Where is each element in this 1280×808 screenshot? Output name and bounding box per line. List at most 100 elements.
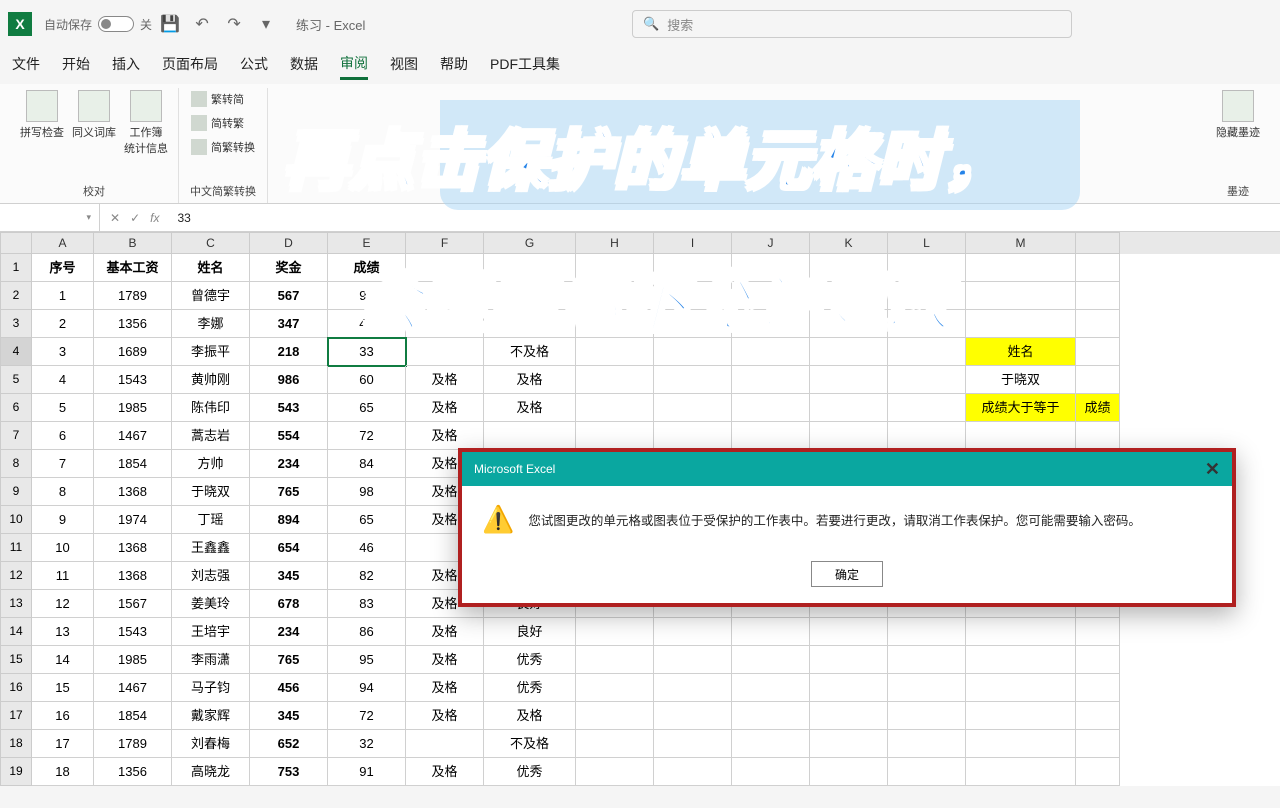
cell[interactable] xyxy=(654,758,732,786)
col-header-D[interactable]: D xyxy=(250,232,328,254)
cell[interactable]: 12 xyxy=(32,590,94,618)
row-header[interactable]: 19 xyxy=(0,758,32,786)
cell[interactable]: 345 xyxy=(250,702,328,730)
row-header[interactable]: 10 xyxy=(0,506,32,534)
col-header-F[interactable]: F xyxy=(406,232,484,254)
cell[interactable]: 13 xyxy=(32,618,94,646)
col-header-M[interactable]: M xyxy=(966,232,1076,254)
menu-视图[interactable]: 视图 xyxy=(390,54,418,78)
cell[interactable] xyxy=(810,758,888,786)
save-icon[interactable]: 💾 xyxy=(156,10,184,38)
ok-button[interactable]: 确定 xyxy=(811,561,883,587)
col-header-K[interactable]: K xyxy=(810,232,888,254)
cell[interactable] xyxy=(576,422,654,450)
cell[interactable] xyxy=(732,758,810,786)
cell[interactable]: 765 xyxy=(250,646,328,674)
cell[interactable]: 姓名 xyxy=(966,338,1076,366)
cell[interactable]: 蒿志岩 xyxy=(172,422,250,450)
cell[interactable] xyxy=(1076,618,1120,646)
cell[interactable] xyxy=(966,702,1076,730)
cell[interactable]: 15 xyxy=(32,674,94,702)
cell[interactable] xyxy=(732,702,810,730)
cell[interactable] xyxy=(732,646,810,674)
cell[interactable]: 86 xyxy=(328,618,406,646)
cell[interactable]: 方帅 xyxy=(172,450,250,478)
cell[interactable]: 986 xyxy=(250,366,328,394)
cell[interactable]: 及格 xyxy=(484,366,576,394)
cell[interactable] xyxy=(576,730,654,758)
cell[interactable]: 72 xyxy=(328,702,406,730)
cancel-icon[interactable]: ✕ xyxy=(110,211,120,225)
cell[interactable]: 李振平 xyxy=(172,338,250,366)
row-header[interactable]: 8 xyxy=(0,450,32,478)
row-header[interactable]: 9 xyxy=(0,478,32,506)
cell[interactable] xyxy=(966,282,1076,310)
cell[interactable] xyxy=(1076,338,1120,366)
cell[interactable]: 753 xyxy=(250,758,328,786)
hide-ink-button[interactable]: 隐藏墨迹 xyxy=(1214,88,1262,142)
cell[interactable]: 46 xyxy=(328,534,406,562)
ribbon-btn[interactable]: 简繁转换 xyxy=(187,136,259,158)
col-header-I[interactable]: I xyxy=(654,232,732,254)
menu-文件[interactable]: 文件 xyxy=(12,54,40,78)
cell[interactable]: 1356 xyxy=(94,310,172,338)
undo-icon[interactable]: ↶ xyxy=(188,10,216,38)
ribbon-btn[interactable]: 工作簿 统计信息 xyxy=(122,88,170,158)
cell[interactable] xyxy=(576,646,654,674)
formula-input[interactable]: 33 xyxy=(169,211,1280,225)
cell[interactable]: 678 xyxy=(250,590,328,618)
cell[interactable]: 于晓双 xyxy=(966,366,1076,394)
cell[interactable]: 32 xyxy=(328,730,406,758)
row-header[interactable]: 16 xyxy=(0,674,32,702)
cell[interactable] xyxy=(576,674,654,702)
cell[interactable]: 1854 xyxy=(94,450,172,478)
cell[interactable]: 345 xyxy=(250,562,328,590)
cell[interactable]: 优秀 xyxy=(484,646,576,674)
cell[interactable]: 652 xyxy=(250,730,328,758)
select-all-corner[interactable] xyxy=(0,232,32,254)
cell[interactable] xyxy=(1076,310,1120,338)
cell[interactable] xyxy=(1076,282,1120,310)
cell[interactable] xyxy=(888,702,966,730)
cell[interactable] xyxy=(888,394,966,422)
cell[interactable]: 基本工资 xyxy=(94,254,172,282)
cell[interactable] xyxy=(966,674,1076,702)
col-header-L[interactable]: L xyxy=(888,232,966,254)
cell[interactable]: 1854 xyxy=(94,702,172,730)
cell[interactable]: 高晓龙 xyxy=(172,758,250,786)
cell[interactable]: 奖金 xyxy=(250,254,328,282)
row-header[interactable]: 1 xyxy=(0,254,32,282)
ribbon-btn[interactable]: 繁转简 xyxy=(187,88,259,110)
cell[interactable] xyxy=(966,422,1076,450)
cell[interactable] xyxy=(1076,646,1120,674)
cell[interactable]: 不及格 xyxy=(484,730,576,758)
cell[interactable] xyxy=(1076,758,1120,786)
cell[interactable] xyxy=(654,730,732,758)
cell[interactable] xyxy=(888,366,966,394)
cell[interactable]: 218 xyxy=(250,338,328,366)
cell[interactable] xyxy=(888,646,966,674)
row-header[interactable]: 15 xyxy=(0,646,32,674)
cell[interactable]: 陈伟印 xyxy=(172,394,250,422)
menu-页面布局[interactable]: 页面布局 xyxy=(162,54,218,78)
cell[interactable] xyxy=(654,422,732,450)
cell[interactable]: 1689 xyxy=(94,338,172,366)
menu-审阅[interactable]: 审阅 xyxy=(340,53,368,80)
cell[interactable]: 姜美玲 xyxy=(172,590,250,618)
menu-公式[interactable]: 公式 xyxy=(240,54,268,78)
cell[interactable] xyxy=(966,758,1076,786)
cell[interactable]: 1974 xyxy=(94,506,172,534)
ribbon-btn[interactable]: 拼写检查 xyxy=(18,88,66,158)
cell[interactable] xyxy=(1076,702,1120,730)
cell[interactable]: 6 xyxy=(32,422,94,450)
cell[interactable]: 刘春梅 xyxy=(172,730,250,758)
cell[interactable] xyxy=(732,618,810,646)
cell[interactable] xyxy=(654,618,732,646)
search-input[interactable]: 🔍 搜索 xyxy=(632,10,1072,38)
cell[interactable] xyxy=(654,366,732,394)
cell[interactable]: 654 xyxy=(250,534,328,562)
cell[interactable] xyxy=(810,730,888,758)
cell[interactable]: 及格 xyxy=(484,702,576,730)
cell[interactable]: 1543 xyxy=(94,366,172,394)
cell[interactable] xyxy=(888,730,966,758)
